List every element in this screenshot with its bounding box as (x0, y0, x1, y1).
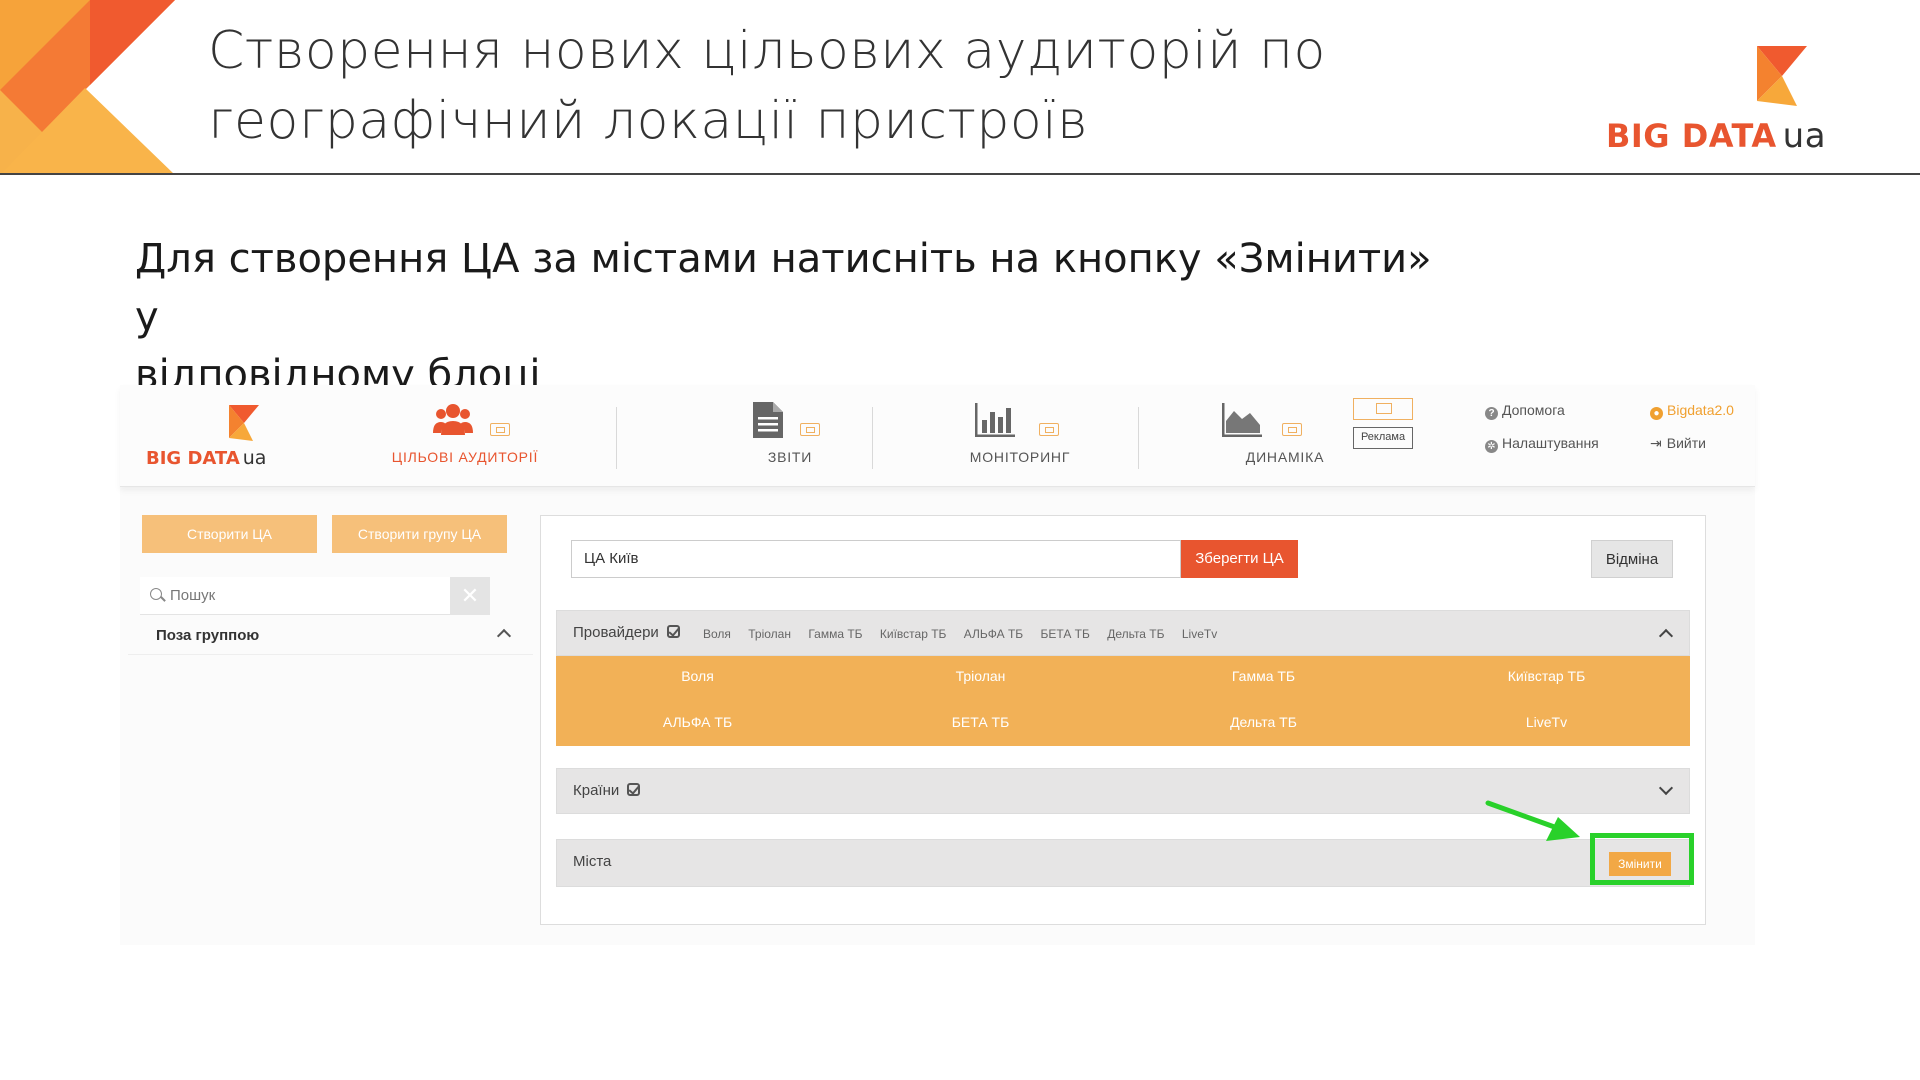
save-ta-button[interactable]: Зберегти ЦА (1181, 540, 1298, 578)
chevron-up-icon[interactable] (1658, 628, 1674, 644)
highlight-box-annotation (1590, 833, 1694, 885)
provider-option[interactable]: Воля (556, 668, 839, 684)
brand-suffix: ua (1782, 116, 1827, 156)
app-logo-text: BIG DATA ua (146, 447, 266, 469)
search-placeholder: Пошук (170, 587, 216, 604)
bar-chart-icon (975, 403, 1015, 437)
user-label: Bigdata2.0 (1667, 402, 1734, 418)
settings-link[interactable]: ✲ Налаштування (1485, 435, 1599, 453)
countries-title-text: Країни (573, 782, 620, 799)
provider-tags: Воля Тріолан Гамма ТБ Київстар ТБ АЛЬФА … (703, 627, 1231, 641)
nav-target-audiences[interactable]: ЦІЛЬОВІ АУДИТОРІЇ (385, 401, 545, 473)
app-logo[interactable]: BIG DATA ua (146, 405, 276, 475)
app-screenshot: BIG DATA ua ЦІЛЬОВІ АУДИТОРІЇ ЗВІТИ МОНІ… (120, 385, 1755, 945)
provider-tag: Дельта ТБ (1107, 627, 1165, 641)
provider-option[interactable]: Київстар ТБ (1405, 668, 1688, 684)
provider-tag: БЕТА ТБ (1040, 627, 1090, 641)
nav-reports[interactable]: ЗВІТИ (725, 401, 855, 473)
user-icon: ● (1650, 407, 1663, 420)
ta-editor-panel: ЦА Київ Зберегти ЦА Відміна Провайдери В… (540, 515, 1706, 925)
instruction-text: Для створення ЦА за містами натисніть на… (135, 230, 1435, 404)
tv-icon[interactable] (1353, 398, 1413, 420)
slide-title-line-2: географічний локації пристроїв (208, 91, 1089, 151)
brand-logo-icon (1757, 46, 1807, 106)
provider-tag: Тріолан (748, 627, 791, 641)
user-link[interactable]: ● Bigdata2.0 (1650, 402, 1734, 420)
nav-divider (1138, 407, 1139, 469)
tv-icon (1039, 423, 1059, 436)
nav-label: МОНІТОРИНГ (969, 449, 1071, 465)
provider-option[interactable]: БЕТА ТБ (839, 714, 1122, 730)
providers-grid: Воля Тріолан Гамма ТБ Київстар ТБ АЛЬФА … (556, 656, 1690, 746)
create-group-button[interactable]: Створити групу ЦА (332, 515, 507, 553)
provider-option[interactable]: Дельта ТБ (1122, 714, 1405, 730)
help-label: Допомога (1502, 402, 1565, 418)
cancel-button[interactable]: Відміна (1591, 540, 1673, 578)
nav-label: ЦІЛЬОВІ АУДИТОРІЇ (391, 449, 539, 465)
document-icon (753, 402, 783, 438)
provider-tag: Гамма ТБ (808, 627, 863, 641)
slide-title: Створення нових цільових аудиторій по ге… (208, 16, 1408, 156)
group-row[interactable]: Поза группою (128, 617, 533, 655)
app-navbar: BIG DATA ua ЦІЛЬОВІ АУДИТОРІЇ ЗВІТИ МОНІ… (120, 385, 1755, 487)
instruction-line-1: Для створення ЦА за містами натисніть на… (135, 236, 1432, 340)
users-icon (433, 404, 473, 435)
providers-title-text: Провайдери (573, 624, 659, 641)
slide-title-line-1: Створення нових цільових аудиторій по (208, 21, 1326, 81)
logout-link[interactable]: ⇥ Вийти (1650, 435, 1706, 452)
ta-name-input[interactable]: ЦА Київ (571, 540, 1181, 578)
help-link[interactable]: ? Допомога (1485, 402, 1565, 420)
area-chart-icon (1222, 403, 1262, 437)
provider-tag: LiveTv (1181, 627, 1218, 641)
check-icon (627, 783, 641, 796)
logout-label: Вийти (1666, 435, 1706, 451)
provider-tag: АЛЬФА ТБ (963, 627, 1024, 641)
group-label: Поза группою (156, 627, 260, 644)
provider-option[interactable]: АЛЬФА ТБ (556, 714, 839, 730)
gear-icon: ✲ (1485, 440, 1498, 453)
providers-section-header[interactable]: Провайдери Воля Тріолан Гамма ТБ Київста… (556, 610, 1690, 656)
green-arrow-annotation (1485, 800, 1580, 841)
corner-decoration (0, 0, 175, 175)
tv-icon (1282, 423, 1302, 436)
brand-main: BIG DATA (1606, 117, 1777, 155)
cities-section-header: Міста Змінити (556, 839, 1690, 887)
nav-label: ЗВІТИ (767, 449, 813, 465)
check-icon (666, 625, 680, 638)
provider-option[interactable]: Гамма ТБ (1122, 668, 1405, 684)
create-ta-button[interactable]: Створити ЦА (142, 515, 317, 553)
clear-search-button[interactable]: ✕ (450, 577, 490, 615)
provider-option[interactable]: LiveTv (1405, 714, 1688, 730)
brand-text: BIG DATA ua (1606, 116, 1826, 156)
provider-tag: Воля (703, 627, 731, 641)
search-field[interactable]: Пошук ✕ (140, 577, 490, 615)
header-divider (0, 173, 1920, 175)
provider-tag: Київстар ТБ (879, 627, 947, 641)
ad-button[interactable]: Реклама (1353, 427, 1413, 449)
question-icon: ? (1485, 407, 1498, 420)
nav-divider (616, 407, 617, 469)
countries-title: Країни (573, 782, 641, 799)
nav-monitoring[interactable]: МОНІТОРИНГ (945, 401, 1095, 473)
tv-icon (490, 423, 510, 436)
nav-label: ДИНАМІКА (1245, 449, 1325, 465)
nav-dynamics[interactable]: ДИНАМІКА (1210, 401, 1360, 473)
brand-logo: BIG DATA ua (1606, 46, 1836, 158)
nav-divider (872, 407, 873, 469)
app-logo-icon (229, 405, 259, 441)
search-icon (150, 588, 162, 600)
chevron-up-icon[interactable] (496, 628, 512, 644)
settings-label: Налаштування (1502, 435, 1599, 451)
cities-title: Міста (573, 853, 612, 870)
app-logo-suffix: ua (242, 447, 267, 469)
tv-icon (800, 423, 820, 436)
providers-title: Провайдери (573, 624, 680, 641)
app-logo-main: BIG DATA (146, 448, 240, 469)
chevron-down-icon[interactable] (1658, 780, 1674, 796)
logout-icon: ⇥ (1650, 435, 1662, 451)
provider-option[interactable]: Тріолан (839, 668, 1122, 684)
